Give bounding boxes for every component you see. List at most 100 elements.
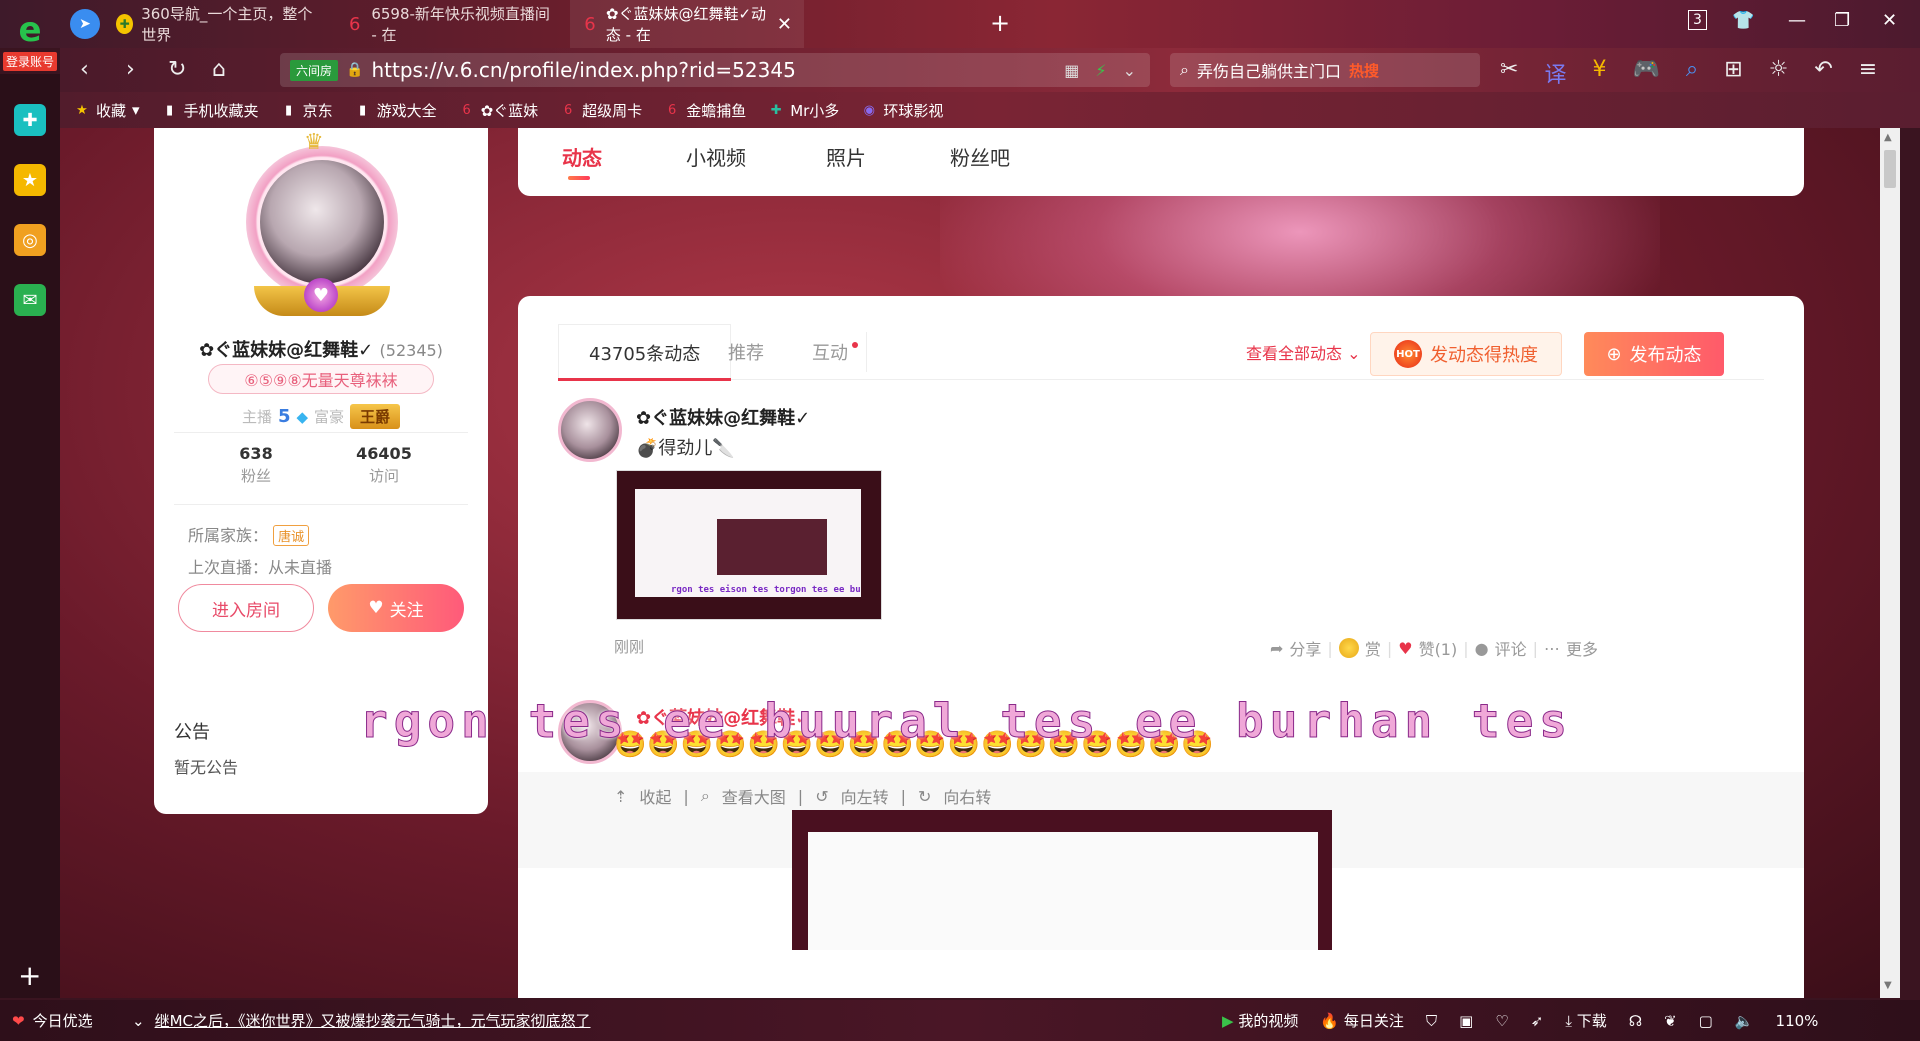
my-videos[interactable]: ▶ 我的视频 <box>1222 1010 1298 1031</box>
diamond-icon: ◆ <box>296 407 309 426</box>
tab-360-nav[interactable]: ✚ 360导航_一个主页，整个世界 <box>104 0 326 48</box>
follow-button[interactable]: ♥ 关注 <box>328 584 464 632</box>
leaf-icon[interactable]: ❦ <box>1664 1012 1677 1030</box>
home-icon[interactable]: ⌂ <box>212 57 226 83</box>
share-button[interactable]: 分享 <box>1289 636 1321 660</box>
back-icon[interactable]: ‹ <box>80 57 89 83</box>
navigate-icon[interactable]: ➤ <box>70 9 100 39</box>
find-icon[interactable]: ⌕ <box>1686 57 1698 89</box>
tab-fan-club[interactable]: 粉丝吧 <box>950 142 1010 171</box>
publish-post-button[interactable]: ⊕ 发布动态 <box>1584 332 1724 376</box>
translate-icon[interactable]: 译 <box>1544 57 1566 89</box>
more-button[interactable]: 更多 <box>1566 636 1598 660</box>
enter-room-button[interactable]: 进入房间 <box>178 584 314 632</box>
feed-tab-interact[interactable]: 互动 <box>812 324 858 380</box>
post-avatar[interactable] <box>558 398 622 462</box>
minimize-icon[interactable]: — <box>1788 10 1806 31</box>
tab-count-badge[interactable]: 3 <box>1688 10 1707 30</box>
anchor-level: 5 <box>277 406 291 427</box>
tab-feed[interactable]: 动态 <box>562 142 602 171</box>
close-window-icon[interactable]: ✕ <box>1882 10 1897 31</box>
scrollbar[interactable]: ▲ ▼ <box>1880 128 1900 998</box>
post-image[interactable]: rgon tes eison tes torgon tes ee bu <box>616 470 882 620</box>
like-button[interactable]: 赞(1) <box>1419 636 1458 660</box>
view-all-dropdown[interactable]: 查看全部动态 ⌄ <box>1246 340 1361 364</box>
news-ticker[interactable]: ⌄ 继MC之后，《迷你世界》又被爆抄袭元气骑士，元气玩家彻底怒了 <box>132 1010 591 1031</box>
game-icon[interactable]: 🎮 <box>1632 57 1659 89</box>
view-large-button[interactable]: 查看大图 <box>722 784 786 808</box>
refresh-icon[interactable]: ↻ <box>168 57 186 83</box>
browser-logo[interactable]: e 登录账号 <box>0 0 60 74</box>
bookmark-item[interactable]: ✚ Mr小多 <box>768 100 840 121</box>
bookmark-item[interactable]: 6 金蟾捕鱼 <box>664 100 746 121</box>
window-icon[interactable]: ▢ <box>1699 1012 1713 1030</box>
tab-profile-active[interactable]: 6 ✿ぐ蓝妹妹@红舞鞋✓动态 - 在 ✕ <box>570 0 804 48</box>
bookmark-item[interactable]: ◉ 环球影视 <box>861 100 944 121</box>
restore-icon[interactable]: ❐ <box>1834 10 1850 31</box>
menu-icon[interactable]: ≡ <box>1859 57 1877 89</box>
collapse-button[interactable]: 收起 <box>639 784 671 808</box>
large-image[interactable] <box>792 810 1332 950</box>
reward-button[interactable]: 赏 <box>1365 636 1381 660</box>
bookmark-item[interactable]: 6 ✿ぐ蓝妹 <box>459 100 538 121</box>
scroll-thumb[interactable] <box>1884 150 1896 188</box>
new-tab-icon[interactable]: + <box>990 10 1010 36</box>
search-box[interactable]: ⌕ 弄伤自己躺供主门口 热搜 <box>1170 53 1480 87</box>
post-for-heat-button[interactable]: HOT 发动态得热度 <box>1370 332 1562 376</box>
headset-icon[interactable]: ☊ <box>1629 1012 1642 1030</box>
chevron-down-icon[interactable]: ⌄ <box>1123 61 1136 80</box>
image-icon[interactable]: ▣ <box>1459 1012 1473 1030</box>
fans-stat[interactable]: 638 粉丝 <box>196 444 316 486</box>
scroll-down-icon[interactable]: ▼ <box>1884 980 1892 991</box>
coin-icon[interactable]: ¥ <box>1592 57 1606 89</box>
bookmark-item[interactable]: ▮ 手机收藏夹 <box>162 100 259 121</box>
bookmark-item[interactable]: ★ 收藏 ▾ <box>74 100 139 121</box>
tab-short-video[interactable]: 小视频 <box>686 142 746 171</box>
today-picks[interactable]: ❤ 今日优选 <box>12 1010 93 1031</box>
brightness-icon[interactable]: ☼ <box>1769 57 1789 89</box>
add-icon[interactable]: + <box>18 959 41 992</box>
post-author[interactable]: ✿ぐ蓝妹妹@红舞鞋✓ <box>636 404 810 430</box>
family-tag[interactable]: 唐诚 <box>273 525 310 546</box>
sidebar-mail-icon[interactable]: ✉ <box>14 284 46 316</box>
qr-icon[interactable]: ▦ <box>1064 61 1079 80</box>
tab-6598-live[interactable]: 6 6598-新年快乐视频直播间 - 在 <box>334 0 564 48</box>
scroll-up-icon[interactable]: ▲ <box>1884 132 1892 143</box>
rotate-right-button[interactable]: 向右转 <box>943 784 991 808</box>
shirt-icon[interactable]: 👕 <box>1732 10 1754 31</box>
url-bar[interactable]: 六间房 🔒 https://v.6.cn/profile/index.php?r… <box>280 53 1150 87</box>
rotate-left-button[interactable]: 向左转 <box>841 784 889 808</box>
feed-tab-all[interactable]: 43705条动态 <box>558 324 732 381</box>
bookmark-item[interactable]: 6 超级周卡 <box>560 100 642 121</box>
url-input[interactable]: https://v.6.cn/profile/index.php?rid=523… <box>371 58 795 82</box>
login-button[interactable]: 登录账号 <box>2 52 57 71</box>
lightning-icon[interactable]: ⚡ <box>1095 61 1106 80</box>
chevron-down-icon: ⌄ <box>132 1011 145 1030</box>
tab-photos[interactable]: 照片 <box>826 142 866 171</box>
volume-icon[interactable]: 🔈 <box>1735 1012 1754 1030</box>
feed-card: 43705条动态 推荐 互动 查看全部动态 ⌄ HOT 发动态得热度 ⊕ 发布动… <box>518 296 1804 998</box>
news-link[interactable]: 继MC之后，《迷你世界》又被爆抄袭元气骑士，元气玩家彻底怒了 <box>155 1010 591 1031</box>
scissors-icon[interactable]: ✂ <box>1500 57 1518 89</box>
feed-tab-recommend[interactable]: 推荐 <box>728 324 764 380</box>
sidebar-tools-icon[interactable]: ✚ <box>14 104 46 136</box>
search-input[interactable]: 弄伤自己躺供主门口 <box>1197 58 1341 82</box>
health-icon[interactable]: ♡ <box>1495 1012 1508 1030</box>
bookmark-item[interactable]: ▮ 游戏大全 <box>355 100 437 121</box>
zoom-level[interactable]: 110% <box>1776 1012 1819 1030</box>
avatar[interactable] <box>260 160 384 284</box>
undo-icon[interactable]: ↶ <box>1814 57 1832 89</box>
shield-icon[interactable]: ⛉ <box>1426 1012 1437 1030</box>
comment-button[interactable]: 评论 <box>1495 636 1527 660</box>
close-icon[interactable]: ✕ <box>777 14 792 35</box>
forward-icon[interactable]: › <box>126 57 135 83</box>
bomb-icon: 💣 <box>636 438 659 459</box>
sidebar-weibo-icon[interactable]: ◎ <box>14 224 46 256</box>
bookmark-item[interactable]: ▮ 京东 <box>281 100 333 121</box>
sidebar-star-icon[interactable]: ★ <box>14 164 46 196</box>
hot-search-tag[interactable]: 热搜 <box>1349 60 1379 81</box>
rocket-icon[interactable]: ➶ <box>1531 1012 1544 1030</box>
daily-follow[interactable]: 🔥 每日关注 <box>1320 1010 1403 1031</box>
grid-icon[interactable]: ⊞ <box>1724 57 1742 89</box>
download[interactable]: ⤓ 下载 <box>1565 1010 1606 1031</box>
